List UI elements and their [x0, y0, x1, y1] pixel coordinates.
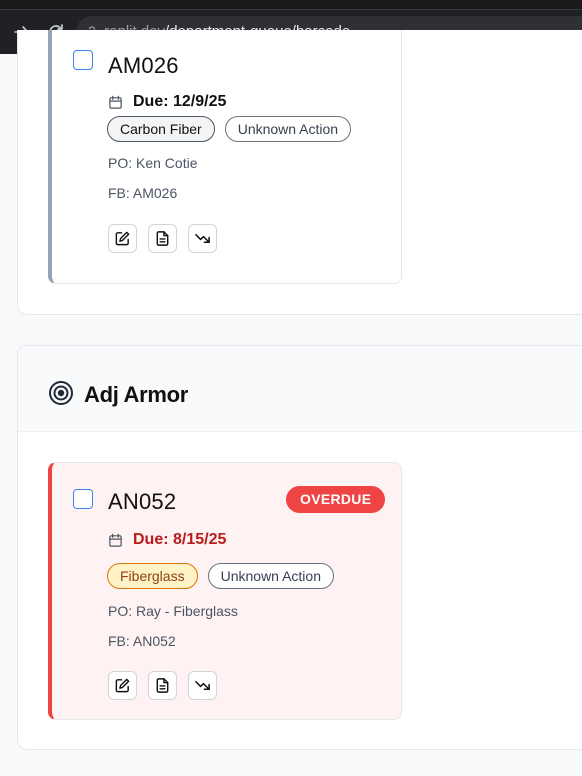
fb-text: FB: AM026 — [108, 185, 178, 201]
section-header: Adj Armor — [18, 346, 582, 432]
due-date: Due: 8/15/25 — [133, 531, 227, 548]
calendar-icon — [108, 95, 123, 110]
calendar-icon — [108, 533, 123, 548]
queue-section: Adj Armor AN052 OVERDUE Due: 8/15/25 Fib… — [17, 345, 582, 750]
tag-list: Carbon Fiber Unknown Action — [107, 116, 352, 142]
trending-down-icon — [195, 680, 210, 691]
fb-text: FB: AN052 — [108, 633, 176, 649]
overdue-badge: OVERDUE — [286, 486, 386, 513]
document-button[interactable] — [148, 224, 177, 253]
tag-list: Fiberglass Unknown Action — [107, 563, 334, 589]
queue-section: AM026 Due: 12/9/25 Carbon Fiber Unknown … — [17, 30, 582, 315]
due-date-row: Due: 8/15/25 — [108, 531, 226, 549]
card-actions — [108, 671, 217, 700]
due-date-row: Due: 12/9/25 — [108, 93, 226, 111]
trend-button[interactable] — [188, 671, 217, 700]
target-icon — [48, 380, 74, 406]
document-icon — [156, 678, 169, 693]
document-icon — [156, 231, 169, 246]
edit-button[interactable] — [108, 671, 137, 700]
action-tag: Unknown Action — [207, 563, 334, 589]
card-actions — [108, 224, 217, 253]
due-date: Due: 12/9/25 — [133, 93, 227, 110]
tab-strip-edge — [0, 0, 582, 10]
select-checkbox[interactable] — [73, 489, 93, 509]
job-id: AM026 — [108, 53, 179, 78]
trending-down-icon — [195, 233, 210, 244]
job-id: AN052 — [108, 489, 177, 514]
edit-icon — [115, 678, 130, 693]
material-tag: Carbon Fiber — [107, 116, 215, 142]
action-tag: Unknown Action — [224, 116, 352, 142]
job-card[interactable]: AN052 OVERDUE Due: 8/15/25 Fiberglass Un… — [48, 462, 402, 720]
section-title: Adj Armor — [84, 382, 189, 407]
po-text: PO: Ken Cotie — [108, 155, 198, 171]
select-checkbox[interactable] — [73, 50, 93, 70]
document-button[interactable] — [148, 671, 177, 700]
trend-button[interactable] — [188, 224, 217, 253]
material-tag: Fiberglass — [107, 563, 198, 589]
edit-button[interactable] — [108, 224, 137, 253]
po-text: PO: Ray - Fiberglass — [108, 603, 238, 619]
job-card[interactable]: AM026 Due: 12/9/25 Carbon Fiber Unknown … — [48, 30, 402, 284]
edit-icon — [115, 231, 130, 246]
